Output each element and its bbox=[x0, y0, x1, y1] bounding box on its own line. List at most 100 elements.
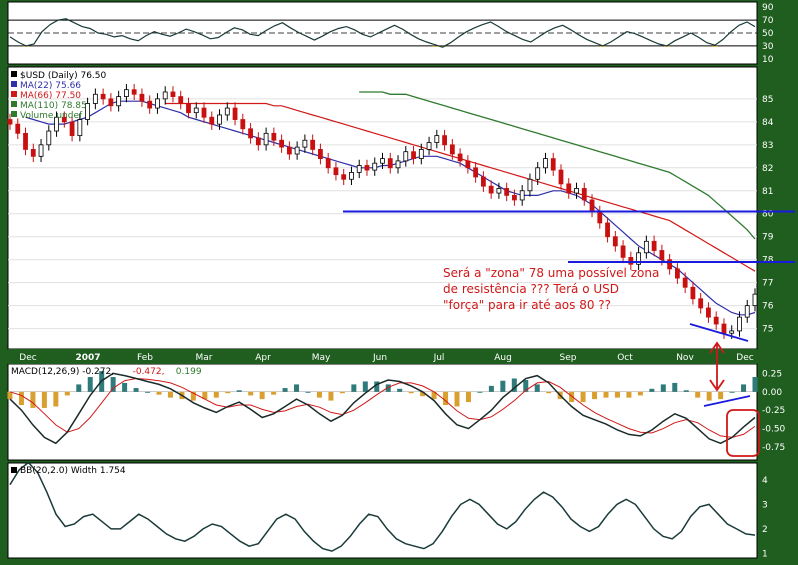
price-candle-body bbox=[535, 167, 541, 180]
price-legend-swatch bbox=[11, 81, 17, 87]
macd-histogram-bar bbox=[156, 391, 162, 395]
x-axis-label: Mar bbox=[196, 353, 213, 363]
price-candle-body bbox=[310, 139, 316, 150]
rsi-tick-label: 70 bbox=[762, 16, 774, 26]
macd-histogram-bar bbox=[718, 391, 724, 400]
macd-histogram-bar bbox=[649, 388, 655, 392]
price-candle-body bbox=[612, 236, 618, 247]
macd-histogram-bar bbox=[752, 377, 758, 392]
macd-histogram-bar bbox=[465, 391, 471, 403]
price-candle-body bbox=[108, 98, 114, 107]
macd-histogram-bar bbox=[477, 391, 483, 393]
price-candle-body bbox=[465, 160, 471, 169]
rsi-oversold-fill bbox=[431, 45, 438, 47]
price-candle-body bbox=[116, 96, 122, 107]
macd-histogram-bar bbox=[87, 377, 93, 392]
macd-histogram-bar bbox=[592, 391, 598, 400]
macd-histogram-bar bbox=[110, 377, 116, 392]
macd-histogram-bar bbox=[236, 390, 242, 392]
price-candle-body bbox=[737, 316, 742, 332]
price-candle-body bbox=[527, 178, 533, 192]
price-candle-body bbox=[643, 240, 649, 254]
x-axis-label: May bbox=[312, 353, 331, 363]
macd-histogram-bar bbox=[706, 391, 712, 401]
macd-histogram-bar bbox=[53, 391, 59, 407]
price-candle-body bbox=[356, 165, 362, 173]
macd-histogram-bar bbox=[603, 391, 609, 398]
macd-histogram-bar bbox=[316, 391, 322, 398]
bb-tick-label: 1 bbox=[762, 550, 768, 560]
macd-histogram-bar bbox=[660, 384, 666, 392]
annotation-line: "força" para ir até aos 80 ?? bbox=[443, 298, 611, 312]
x-axis-label: Aug bbox=[494, 353, 512, 363]
macd-histogram-bar bbox=[213, 391, 219, 398]
macd-histogram-bar bbox=[167, 391, 173, 398]
price-legend-label: MA(66) 77.50 bbox=[20, 91, 81, 101]
price-candle-body bbox=[38, 144, 44, 157]
price-candle-body bbox=[124, 89, 129, 97]
price-candle-body bbox=[155, 98, 160, 109]
price-candle-body bbox=[333, 167, 339, 176]
macd-tick-label: 0.25 bbox=[762, 369, 782, 379]
price-candle-body bbox=[341, 174, 347, 180]
price-legend-label: MA(22) 75.66 bbox=[20, 81, 81, 91]
rsi-tick-label: 50 bbox=[762, 29, 774, 39]
price-legend-swatch bbox=[11, 101, 17, 107]
price-candle-body bbox=[721, 323, 727, 334]
panel-macd bbox=[7, 363, 758, 461]
price-candle-body bbox=[209, 116, 215, 125]
chart-svg: 1030507090 7576777879808182838485Dec 2007… bbox=[7, 1, 795, 560]
macd-histogram-bar bbox=[683, 390, 689, 392]
price-candle-body bbox=[7, 119, 13, 125]
x-axis-label: Oct bbox=[617, 353, 633, 363]
price-candle-body bbox=[457, 153, 463, 162]
price-candle-body bbox=[248, 128, 253, 139]
macd-legend-label: MACD(12,26,9) -0.272, bbox=[11, 367, 114, 377]
price-candle-body bbox=[186, 103, 191, 114]
panel-price bbox=[7, 66, 758, 350]
macd-histogram-bar bbox=[30, 391, 36, 408]
price-candle-body bbox=[449, 144, 455, 155]
price-legend-swatch bbox=[11, 91, 17, 97]
panel-bb bbox=[7, 462, 758, 559]
price-tick-label: 84 bbox=[762, 118, 774, 128]
price-candle-body bbox=[488, 185, 494, 194]
x-axis-label: Jul bbox=[433, 353, 445, 363]
price-candle-body bbox=[651, 240, 657, 251]
macd-histogram-bar bbox=[133, 388, 139, 392]
price-candle-body bbox=[232, 107, 238, 120]
price-candle-body bbox=[240, 119, 246, 130]
price-tick-label: 83 bbox=[762, 141, 773, 151]
macd-histogram-bar bbox=[64, 391, 70, 396]
price-candle-body bbox=[77, 119, 83, 137]
macd-histogram-bar bbox=[741, 384, 747, 392]
macd-tick-label: -0.50 bbox=[762, 425, 786, 435]
macd-histogram-bar bbox=[626, 391, 632, 398]
macd-histogram-bar bbox=[225, 391, 231, 394]
price-candle-body bbox=[131, 89, 137, 95]
price-legend-swatch bbox=[11, 71, 17, 77]
price-candle-body bbox=[706, 307, 711, 318]
price-candle-body bbox=[550, 158, 556, 171]
macd-histogram-bar bbox=[351, 384, 357, 392]
price-candle-body bbox=[674, 268, 680, 279]
price-tick-label: 81 bbox=[762, 187, 773, 197]
price-candle-body bbox=[566, 183, 572, 194]
macd-histogram-bar bbox=[271, 391, 277, 395]
price-legend-label: MA(110) 78.85 bbox=[20, 101, 87, 111]
price-candle-body bbox=[628, 256, 634, 265]
stockcharts-usd-chart: 10 30 50 70 90 75 76 77 78 79 80 81 82 83 84 85 Dec 2007… bbox=[0, 0, 798, 561]
price-tick-label: 78 bbox=[762, 256, 774, 266]
price-candle-body bbox=[69, 121, 75, 137]
price-candle-body bbox=[380, 158, 385, 164]
price-candle-body bbox=[713, 316, 719, 325]
price-tick-label: 76 bbox=[762, 302, 774, 312]
macd-histogram-bar bbox=[328, 391, 334, 401]
macd-histogram-bar bbox=[41, 391, 47, 408]
price-candle-body bbox=[690, 286, 696, 300]
macd-tick-label: -0.75 bbox=[762, 443, 785, 453]
macd-histogram-bar bbox=[282, 388, 288, 392]
price-candle-body bbox=[92, 93, 98, 104]
macd-histogram-bar bbox=[500, 380, 506, 392]
price-candle-body bbox=[418, 149, 424, 160]
